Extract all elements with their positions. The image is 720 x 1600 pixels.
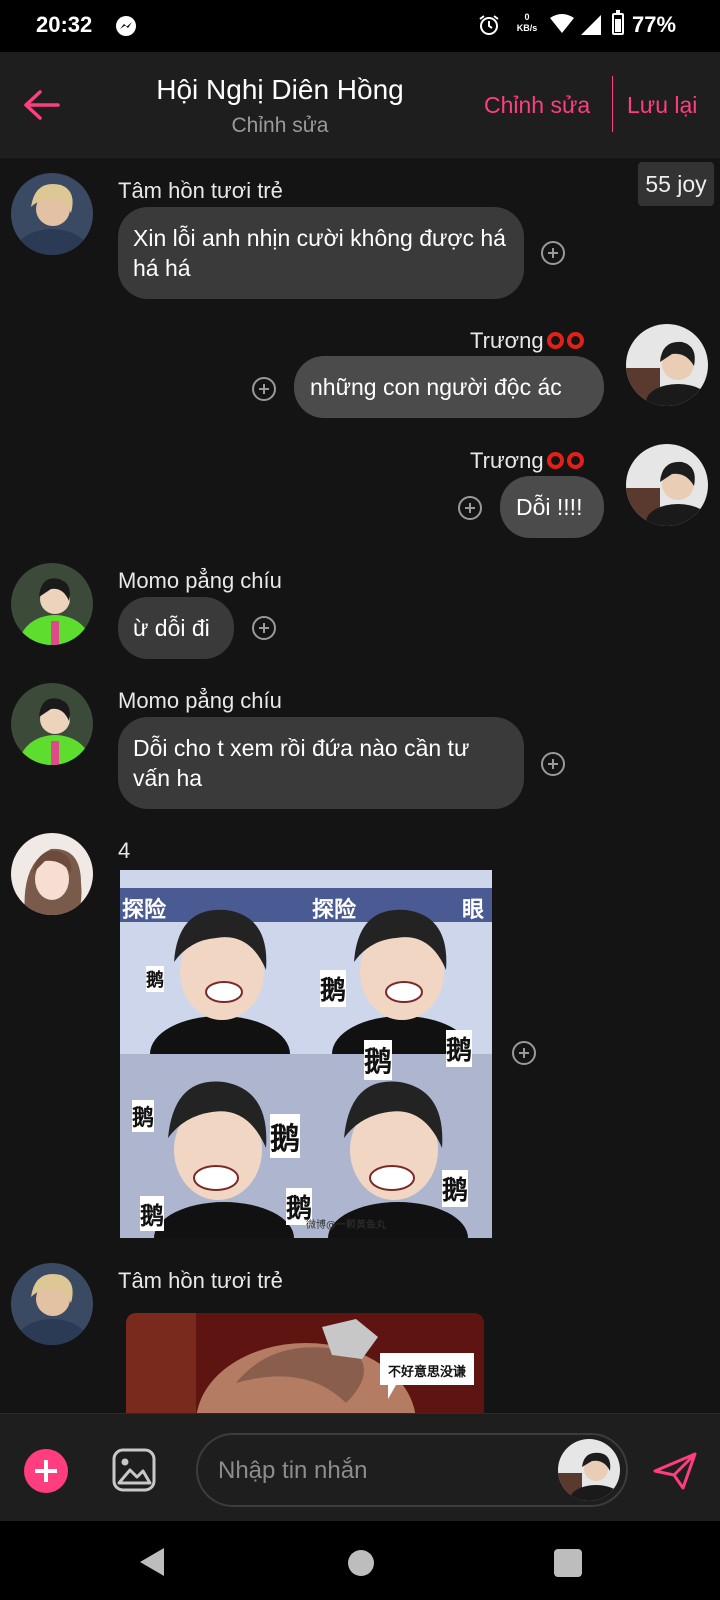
sticker-glyph: 鹅 bbox=[320, 970, 347, 1007]
alarm-icon bbox=[479, 15, 499, 35]
sender-name: Tâm hồn tươi trẻ bbox=[118, 178, 283, 203]
avatar[interactable] bbox=[626, 444, 708, 526]
message-bubble[interactable]: ừ dỗi đi bbox=[118, 597, 234, 659]
sticker-banner: 探险 bbox=[122, 898, 167, 923]
chat-title: Hội Nghị Diên Hồng bbox=[156, 74, 404, 105]
wifi-icon bbox=[550, 14, 574, 33]
add-reaction-icon[interactable] bbox=[541, 752, 565, 776]
avatar[interactable] bbox=[11, 173, 93, 255]
add-reaction-icon[interactable] bbox=[252, 616, 276, 640]
send-icon[interactable] bbox=[652, 1451, 698, 1491]
back-arrow-icon[interactable] bbox=[22, 88, 62, 122]
message-bubble[interactable]: Dỗi cho t xem rồi đứa nào cần tư vấn ha bbox=[118, 717, 524, 809]
add-reaction-icon[interactable] bbox=[541, 241, 565, 265]
save-button[interactable]: Lưu lại bbox=[627, 92, 697, 119]
add-attachment-button[interactable] bbox=[24, 1449, 68, 1493]
avatar[interactable] bbox=[11, 833, 93, 915]
nav-recents-icon[interactable] bbox=[554, 1549, 582, 1577]
avatar[interactable] bbox=[626, 324, 708, 406]
edit-button[interactable]: Chỉnh sửa bbox=[484, 92, 590, 119]
sticker-banner: 眼 bbox=[462, 898, 485, 923]
sticker-glyph: 鹅 bbox=[442, 1170, 469, 1207]
photo-image[interactable]: 不好意思没谦 bbox=[126, 1313, 484, 1413]
sender-name: 4 bbox=[118, 838, 131, 863]
add-reaction-icon[interactable] bbox=[458, 496, 482, 520]
status-time: 20:32 bbox=[36, 12, 93, 37]
gallery-icon[interactable] bbox=[112, 1448, 156, 1492]
sender-name: Trương bbox=[470, 448, 584, 474]
add-reaction-icon[interactable] bbox=[512, 1041, 536, 1065]
sender-name: Momo pẳng chíu bbox=[118, 688, 282, 713]
nav-back-icon[interactable] bbox=[138, 1546, 166, 1578]
add-reaction-icon[interactable] bbox=[252, 377, 276, 401]
signal-icon bbox=[581, 15, 601, 35]
joy-badge: 55 joy bbox=[638, 162, 714, 206]
identity-avatar[interactable] bbox=[558, 1439, 620, 1501]
sticker-image[interactable]: 探险 探险 眼 鹅 鹅 鹅 鹅 鹅 鹅 鹅 鹅 鹅 微博@一颗黄鱼丸 bbox=[120, 870, 492, 1238]
image-watermark: 微博@一颗黄鱼丸 bbox=[306, 1220, 386, 1231]
message-input-container bbox=[196, 1433, 628, 1507]
sender-name: Trương bbox=[470, 328, 584, 354]
chat-subtitle: Chỉnh sửa bbox=[231, 114, 329, 137]
message-bubble[interactable]: những con người độc ác bbox=[294, 356, 604, 418]
sticker-glyph: 鹅 bbox=[132, 1100, 155, 1132]
sticker-glyph: 鹅 bbox=[270, 1114, 300, 1158]
avatar[interactable] bbox=[11, 1263, 93, 1345]
battery-percent: 77% bbox=[632, 12, 677, 37]
sticker-glyph: 鹅 bbox=[146, 966, 164, 992]
image-sign-text: 不好意思没谦 bbox=[388, 1365, 467, 1380]
message-bubble[interactable]: Dỗi !!!! bbox=[500, 476, 604, 538]
messenger-icon bbox=[116, 16, 136, 36]
sticker-glyph: 鹅 bbox=[140, 1196, 164, 1231]
header-divider bbox=[612, 76, 613, 132]
sender-name: Tâm hồn tươi trẻ bbox=[118, 1268, 283, 1293]
battery-icon bbox=[612, 10, 624, 35]
sticker-cell bbox=[306, 1054, 492, 1238]
avatar[interactable] bbox=[11, 563, 93, 645]
message-input[interactable] bbox=[216, 1449, 520, 1493]
sender-name: Momo pẳng chíu bbox=[118, 568, 282, 593]
nav-home-icon[interactable] bbox=[348, 1550, 374, 1576]
sticker-glyph: 鹅 bbox=[446, 1030, 473, 1067]
sticker-banner: 探险 bbox=[312, 898, 357, 923]
avatar[interactable] bbox=[11, 683, 93, 765]
net-speed: 0 KB/s bbox=[516, 12, 538, 33]
sticker-glyph: 鹅 bbox=[364, 1040, 393, 1080]
message-bubble[interactable]: Xin lỗi anh nhịn cười không được há há h… bbox=[118, 207, 524, 299]
